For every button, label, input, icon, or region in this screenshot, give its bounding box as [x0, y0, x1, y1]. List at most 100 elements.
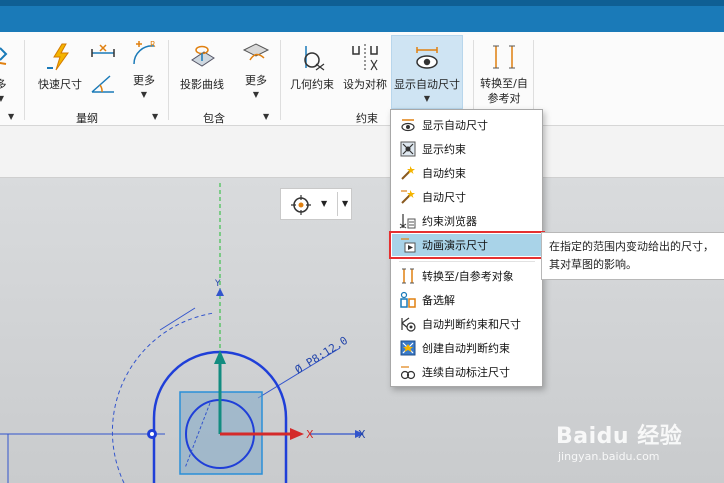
tooltip: 在指定的范围内变动给出的尺寸， 其对草图的影响。	[541, 232, 724, 280]
animate-dimension-icon	[401, 238, 416, 253]
intersect-curve-icon	[242, 43, 270, 61]
chevron-down-icon: ▼	[252, 90, 260, 99]
partial-more-button[interactable]: 多 ▼	[0, 42, 16, 103]
show-auto-dimension-button[interactable]: 显示自动尺寸 ▼	[391, 35, 463, 109]
menu-item-auto-constrain[interactable]: 自动约束	[392, 162, 542, 184]
partial-tool-icon	[0, 47, 8, 65]
make-symmetric-label: 设为对称	[343, 78, 387, 91]
make-symmetric-icon	[352, 44, 378, 71]
watermark-brand: Baidu 经验	[556, 424, 683, 449]
alternate-solution-icon	[400, 291, 416, 308]
menu-item-label: 自动判断约束和尺寸	[422, 318, 521, 331]
convert-reference-label: 转换至/自参考对	[480, 77, 528, 105]
menu-item-label: 自动约束	[422, 167, 466, 180]
title-bar	[0, 0, 724, 32]
wcs-x-label: X	[306, 428, 314, 441]
menu-item-show-constraints[interactable]: 显示约束	[392, 138, 542, 160]
snap-separator	[337, 192, 338, 216]
group-expand-icon[interactable]: ▼	[8, 112, 14, 121]
tooltip-line-2: 其对草图的影响。	[549, 258, 637, 271]
show-constraints-icon	[400, 141, 416, 157]
convert-reference-icon	[493, 45, 515, 69]
chevron-down-icon: ▼	[140, 90, 148, 99]
menu-item-label: 显示约束	[422, 143, 466, 156]
geometric-constraint-label: 几何约束	[290, 78, 334, 91]
make-symmetric-button[interactable]: 设为对称	[340, 42, 390, 92]
tooltip-line-1: 在指定的范围内变动给出的尺寸，	[549, 240, 714, 253]
more-dimensions-button[interactable]: R 更多 ▼	[124, 38, 164, 99]
menu-item-auto-dimension[interactable]: 自动尺寸	[392, 186, 542, 208]
group-expand-icon[interactable]: ▼	[263, 112, 269, 121]
group-label-dimensions: 量纲	[76, 112, 98, 125]
y-axis-label: Y	[214, 279, 221, 289]
menu-item-animate-dimension[interactable]: 动画演示尺寸	[389, 231, 545, 259]
show-auto-dimension-dropdown: 显示自动尺寸 显示约束 自动约束 自动尺寸 约束浏览器 动画演示尺寸 转换至/自…	[389, 109, 545, 387]
group-expand-icon[interactable]: ▼	[152, 112, 158, 121]
menu-item-infer-constraints[interactable]: 自动判断约束和尺寸	[392, 313, 542, 335]
menu-item-label: 约束浏览器	[422, 215, 477, 228]
more-label-2: 更多	[245, 74, 267, 87]
project-curve-label: 投影曲线	[180, 78, 224, 91]
chevron-down-icon[interactable]: ▼	[342, 199, 348, 208]
menu-item-create-inferred[interactable]: 创建自动判断约束	[392, 337, 542, 359]
create-inferred-icon	[400, 340, 416, 356]
selection-bar	[0, 126, 724, 178]
auto-constrain-icon	[401, 166, 415, 180]
partial-more-label: 多	[0, 78, 7, 91]
group-label-include: 包含	[203, 112, 225, 125]
ribbon-separator	[533, 40, 534, 120]
snap-point-selector[interactable]: ▼ ▼	[280, 188, 352, 220]
constraint-browser-icon	[399, 214, 416, 229]
menu-item-constraint-browser[interactable]: 约束浏览器	[392, 210, 542, 232]
angular-dimension-icon[interactable]	[88, 72, 118, 94]
x-axis-label-blue: X	[358, 428, 366, 441]
infer-constraints-icon	[401, 317, 416, 332]
menu-item-label: 备选解	[422, 294, 455, 307]
quick-dimension-button[interactable]: 快速尺寸	[36, 42, 84, 92]
diameter-dimension-label[interactable]: Ø P8:12.0	[293, 334, 350, 377]
menu-separator	[399, 261, 535, 262]
menu-item-convert-reference[interactable]: 转换至/自参考对象	[392, 265, 542, 287]
menu-item-label: 自动尺寸	[422, 191, 466, 204]
continuous-auto-dim-icon	[400, 366, 416, 380]
menu-item-label: 转换至/自参考对象	[422, 270, 514, 283]
chevron-down-icon[interactable]: ▼	[321, 199, 327, 208]
ribbon: 多 ▼ ▼ 快速尺寸 R 更多 ▼ 量纲 ▼ 投影曲线 更多 ▼ 包含 ▼ 几何…	[0, 32, 724, 126]
snap-point-icon	[291, 195, 311, 215]
group-label-constraints: 约束	[356, 112, 378, 125]
geometric-constraint-icon	[304, 46, 325, 71]
ribbon-separator	[473, 40, 474, 120]
menu-item-label: 动画演示尺寸	[422, 239, 488, 252]
watermark-url: jingyan.baidu.com	[558, 450, 660, 463]
project-curve-icon	[191, 45, 215, 67]
convert-reference-icon	[402, 268, 414, 284]
menu-item-label: 显示自动尺寸	[422, 119, 488, 132]
show-auto-dimension-icon	[416, 47, 438, 69]
ribbon-separator	[168, 40, 169, 120]
quick-dimension-icon	[47, 43, 69, 71]
title-bar-edge	[0, 0, 724, 6]
origin-point-center	[150, 432, 154, 436]
y-axis-arrow	[216, 288, 224, 296]
linear-dimension-icon[interactable]	[88, 42, 118, 64]
convert-reference-button[interactable]: 转换至/自参考对	[478, 42, 530, 112]
menu-item-label: 连续自动标注尺寸	[422, 366, 510, 379]
wcs-x-arrow	[290, 428, 304, 440]
auto-dimension-icon	[401, 190, 415, 204]
geometric-constraint-button[interactable]: 几何约束	[287, 42, 337, 92]
menu-item-label: 创建自动判断约束	[422, 342, 510, 355]
ribbon-separator	[24, 40, 25, 120]
quick-dimension-label: 快速尺寸	[38, 78, 82, 91]
ribbon-separator	[280, 40, 281, 120]
menu-item-continuous-auto-dim[interactable]: 连续自动标注尺寸	[392, 361, 542, 383]
menu-item-alternate-solution[interactable]: 备选解	[392, 289, 542, 311]
chevron-down-icon: ▼	[423, 94, 431, 103]
show-auto-dim-icon	[401, 119, 415, 132]
more-include-button[interactable]: 更多 ▼	[236, 38, 276, 99]
more-label-1: 更多	[133, 74, 155, 87]
svg-text:R: R	[150, 40, 156, 49]
show-auto-dimension-label: 显示自动尺寸	[394, 78, 460, 91]
radial-dimension-icon: R	[133, 40, 156, 65]
project-curve-button[interactable]: 投影曲线	[176, 42, 228, 92]
menu-item-show-auto-dim[interactable]: 显示自动尺寸	[392, 114, 542, 136]
